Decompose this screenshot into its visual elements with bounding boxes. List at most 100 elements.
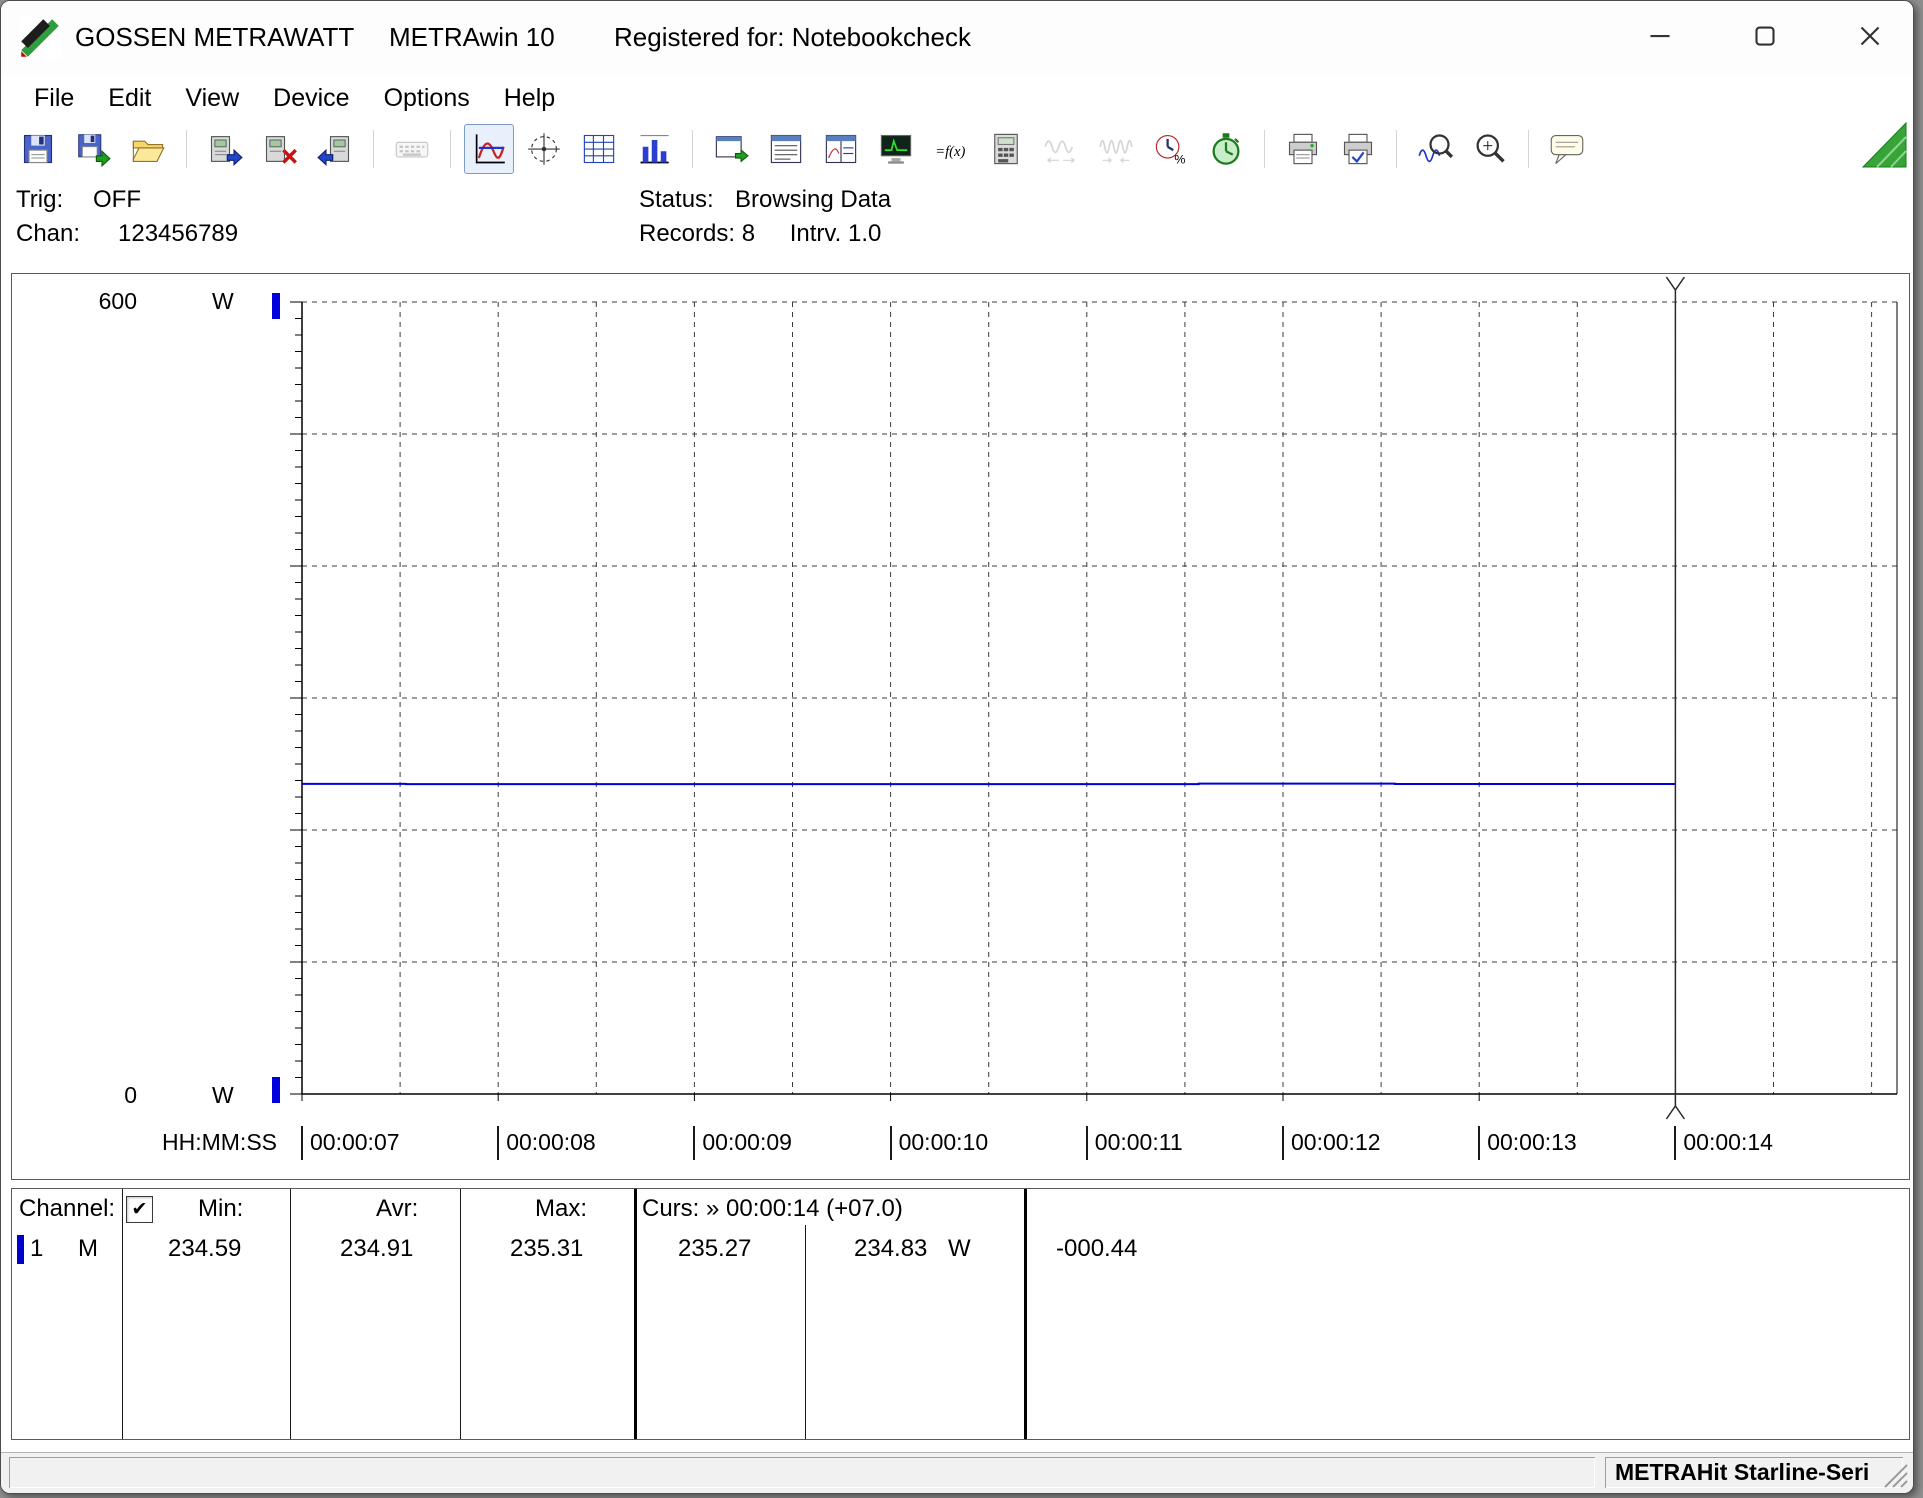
chan-label: Chan:	[16, 220, 118, 248]
toolbar-button-view-curve[interactable]	[464, 124, 514, 174]
trig-label: Trig:	[16, 186, 93, 214]
app-logo-icon	[19, 17, 61, 59]
chan-status: Chan:123456789	[16, 220, 238, 248]
series-line-channel-1	[302, 784, 1675, 785]
toolbar-button-keyboard[interactable]	[387, 124, 437, 174]
print-icon	[1285, 131, 1321, 167]
zoom-curve-icon	[1417, 131, 1453, 167]
title-bar: GOSSEN METRAWATT METRAwin 10 Registered …	[1, 1, 1913, 75]
toolbar-button-print[interactable]	[1278, 124, 1328, 174]
col-header-min: Min:	[198, 1195, 243, 1223]
view-meter-icon	[636, 131, 672, 167]
chart-panel[interactable]: 600 W 0 W HH:MM:SS 00:00:0700:00:0800:00…	[11, 273, 1910, 1180]
col-header-max: Max:	[535, 1195, 587, 1223]
toolbar-button-wave-expand[interactable]	[1036, 124, 1086, 174]
open-icon	[130, 131, 166, 167]
menu-options[interactable]: Options	[367, 75, 487, 121]
toolbar-button-clear-device[interactable]	[255, 124, 305, 174]
toolbar-button-view-table[interactable]	[574, 124, 624, 174]
minimize-button[interactable]	[1629, 9, 1691, 63]
menu-help[interactable]: Help	[487, 75, 572, 121]
channel-color-marker	[17, 1235, 24, 1264]
cell-channel-mode: M	[78, 1235, 98, 1263]
time-tick-label: 00:00:08	[497, 1126, 596, 1160]
toolbar-button-display[interactable]	[871, 124, 921, 174]
toolbar-button-zoom[interactable]	[1465, 124, 1515, 174]
title-brand: GOSSEN METRAWATT	[75, 22, 354, 53]
status-bar: METRAHit Starline-Seri	[1, 1452, 1913, 1493]
toolbar-separator	[692, 130, 693, 168]
time-tick-label: 00:00:09	[693, 1126, 792, 1160]
cell-max: 235.31	[510, 1235, 583, 1263]
menu-file[interactable]: File	[17, 75, 91, 121]
cursor-top-marker	[1666, 277, 1684, 290]
toolbar-button-save-data[interactable]	[68, 124, 118, 174]
cell-cursor-b: 234.83	[854, 1235, 927, 1263]
trig-value: OFF	[93, 186, 141, 213]
channel-visibility-checkbox[interactable]: ✔	[126, 1196, 153, 1223]
toolbar-button-window-export[interactable]	[706, 124, 756, 174]
records-value: 8	[742, 220, 755, 247]
toolbar-button-timer[interactable]	[1201, 124, 1251, 174]
toolbar-button-zoom-curve[interactable]	[1410, 124, 1460, 174]
close-button[interactable]	[1839, 9, 1901, 63]
statusbar-message-panel	[9, 1457, 1595, 1488]
toolbar-button-view-meter[interactable]	[629, 124, 679, 174]
channel-table: Channel: ✔ Min: Avr: Max: Curs: » 00:00:…	[11, 1188, 1910, 1440]
table-divider	[290, 1189, 291, 1439]
energy-icon: %	[1153, 131, 1189, 167]
table-divider	[805, 1225, 806, 1439]
toolbar-button-wave-compress[interactable]	[1091, 124, 1141, 174]
table-divider	[122, 1189, 123, 1439]
toolbar-button-window-split[interactable]	[816, 124, 866, 174]
cell-channel-number: 1	[30, 1235, 43, 1263]
resize-grip-icon[interactable]	[1881, 1461, 1909, 1489]
wave-expand-icon	[1043, 131, 1079, 167]
toolbar-separator	[373, 130, 374, 168]
window-export-icon	[713, 131, 749, 167]
plot-area[interactable]	[12, 274, 1909, 1179]
toolbar-separator	[1528, 130, 1529, 168]
toolbar-button-formula[interactable]: =f(x)	[926, 124, 976, 174]
cell-avr: 234.91	[340, 1235, 413, 1263]
menu-device[interactable]: Device	[256, 75, 366, 121]
time-tick-label: 00:00:07	[301, 1126, 400, 1160]
time-tick-label: 00:00:14	[1674, 1126, 1773, 1160]
toolbar-separator	[1396, 130, 1397, 168]
cursor-bottom-marker	[1666, 1106, 1684, 1119]
col-header-avr: Avr:	[376, 1195, 418, 1223]
toolbar-button-window-list[interactable]	[761, 124, 811, 174]
toolbar-button-write-device[interactable]	[310, 124, 360, 174]
save-icon	[20, 131, 56, 167]
intrv-value: 1.0	[848, 220, 881, 247]
view-scope-icon	[526, 131, 562, 167]
view-curve-icon	[471, 131, 507, 167]
window-split-icon	[823, 131, 859, 167]
toolbar-button-energy[interactable]: %	[1146, 124, 1196, 174]
device-name-panel: METRAHit Starline-Seri	[1605, 1457, 1903, 1488]
time-tick-label: 00:00:13	[1478, 1126, 1577, 1160]
connection-indicator-icon	[1859, 119, 1909, 169]
menu-bar: File Edit View Device Options Help	[1, 75, 572, 121]
menu-edit[interactable]: Edit	[91, 75, 168, 121]
toolbar-button-view-scope[interactable]	[519, 124, 569, 174]
menu-view[interactable]: View	[168, 75, 256, 121]
toolbar-button-notes[interactable]	[1542, 124, 1592, 174]
toolbar-button-calculator[interactable]	[981, 124, 1031, 174]
title-app-name: METRAwin 10	[389, 22, 555, 53]
toolbar-button-save[interactable]	[13, 124, 63, 174]
toolbar-button-open[interactable]	[123, 124, 173, 174]
toolbar-button-read-device[interactable]	[200, 124, 250, 174]
channel-axis-marker-top	[272, 293, 280, 319]
x-axis-label: HH:MM:SS	[162, 1126, 277, 1158]
print-setup-icon	[1340, 131, 1376, 167]
maximize-button[interactable]	[1734, 9, 1796, 63]
toolbar-separator	[450, 130, 451, 168]
write-device-icon	[317, 131, 353, 167]
window-list-icon	[768, 131, 804, 167]
cell-delta: -000.44	[1056, 1235, 1137, 1263]
cell-unit: W	[948, 1235, 971, 1263]
toolbar-button-print-setup[interactable]	[1333, 124, 1383, 174]
display-icon	[878, 131, 914, 167]
maximize-icon	[1748, 19, 1782, 53]
